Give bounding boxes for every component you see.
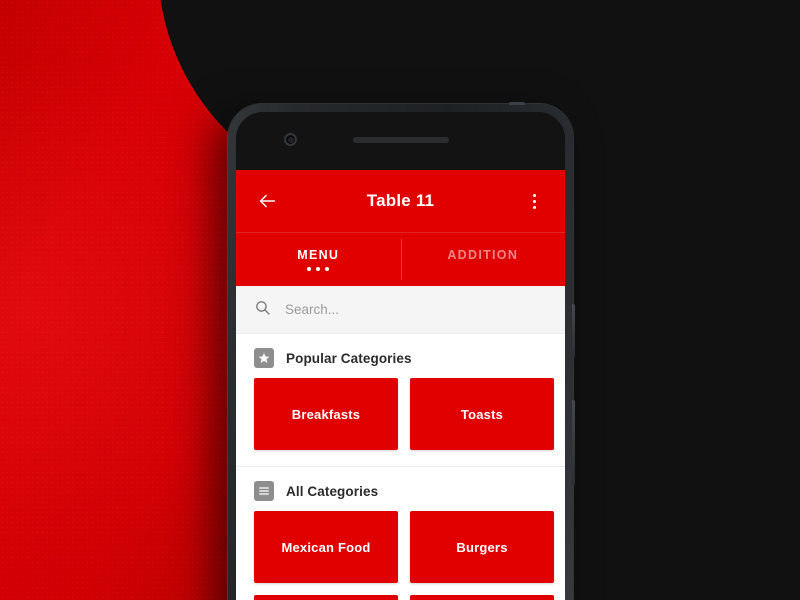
popular-categories-row[interactable]: Breakfasts Toasts (236, 378, 565, 466)
category-card-breakfasts[interactable]: Breakfasts (254, 378, 398, 450)
all-categories-row (254, 595, 554, 600)
phone-device-mockup: Table 11 MENU ADDITION Search... Popular… (228, 102, 575, 600)
category-card-mexican-food[interactable]: Mexican Food (254, 511, 398, 583)
category-card-partial-right[interactable] (410, 595, 554, 600)
list-icon (254, 481, 274, 501)
overflow-dot (532, 193, 536, 197)
search-icon (254, 299, 271, 321)
search-bar[interactable] (236, 286, 565, 334)
tab-menu[interactable]: MENU (236, 233, 401, 286)
app-screen: Table 11 MENU ADDITION Search... Popular… (236, 170, 565, 600)
search-input[interactable] (285, 302, 547, 317)
overflow-dot (532, 199, 536, 203)
tab-bar: MENU ADDITION (236, 232, 565, 286)
phone-top-bezel (236, 112, 565, 170)
section-header: Popular Categories (236, 334, 565, 378)
all-categories-row: Mexican Food Burgers (254, 511, 554, 595)
indicator-dot (316, 267, 321, 271)
tab-active-indicator (307, 267, 330, 271)
indicator-dot (307, 267, 312, 271)
phone-top-button[interactable] (509, 102, 525, 105)
all-categories-grid: Mexican Food Burgers (236, 511, 565, 600)
app-bar: Table 11 (236, 170, 565, 232)
earpiece-speaker-icon (352, 137, 449, 143)
tab-addition[interactable]: ADDITION (400, 233, 566, 286)
category-card-burgers[interactable]: Burgers (410, 511, 554, 583)
page-title: Table 11 (366, 191, 435, 210)
tab-menu-label: MENU (297, 248, 340, 262)
category-card-toasts[interactable]: Toasts (410, 378, 554, 450)
star-icon (254, 348, 274, 368)
phone-bezel: Table 11 MENU ADDITION Search... Popular… (236, 112, 565, 600)
indicator-dot (325, 267, 330, 271)
section-header: All Categories (236, 467, 565, 511)
section-title: Popular Categories (286, 350, 412, 366)
section-title: All Categories (286, 483, 379, 499)
front-camera-icon (284, 133, 297, 146)
back-arrow-icon[interactable] (250, 184, 284, 218)
overflow-dot (532, 205, 536, 209)
tab-addition-label: ADDITION (447, 248, 519, 262)
section-popular-categories: Popular Categories Breakfasts Toasts (236, 334, 565, 466)
overflow-menu-icon[interactable] (517, 184, 551, 218)
section-all-categories: All Categories Mexican Food Burgers (236, 466, 565, 600)
category-card-partial-left[interactable] (254, 595, 398, 600)
phone-volume-button[interactable] (572, 400, 575, 486)
phone-power-button[interactable] (572, 304, 575, 358)
